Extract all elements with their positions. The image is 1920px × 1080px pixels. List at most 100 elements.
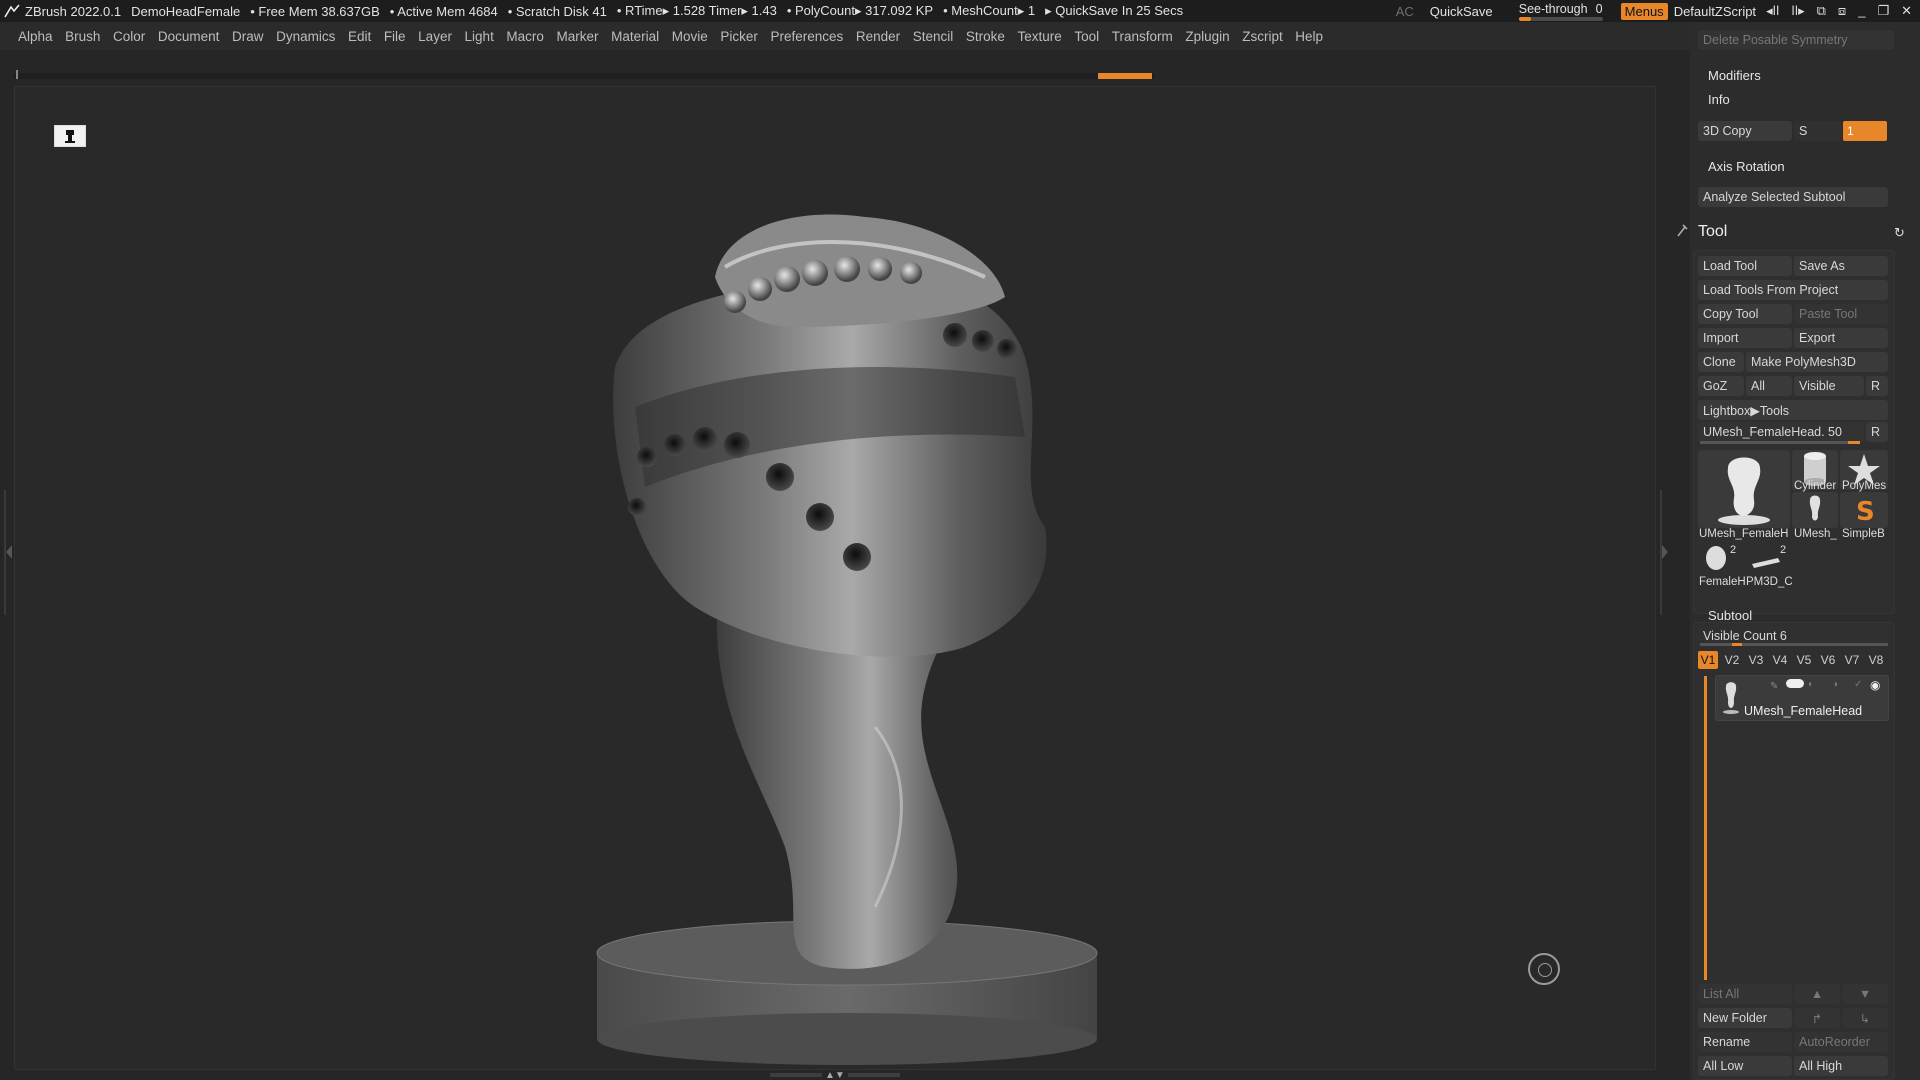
tool-thumb-pm3d[interactable]: 2 — [1746, 544, 1792, 574]
quicksave-button[interactable]: QuickSave — [1430, 4, 1493, 19]
tool-thumb-umesh-small[interactable] — [1792, 492, 1838, 528]
export-button[interactable]: Export — [1794, 328, 1888, 348]
autoreorder-button[interactable]: AutoReorder — [1794, 1032, 1888, 1052]
lightbox-tools-button[interactable]: Lightbox▶Tools — [1698, 400, 1888, 420]
current-tool-slider-knob[interactable] — [1848, 441, 1860, 444]
tool-thumb-female-head[interactable]: 2 — [1698, 544, 1742, 574]
clone-button[interactable]: Clone — [1698, 352, 1744, 372]
subtool-scrollbar[interactable] — [1704, 676, 1707, 980]
subtool-brush-icon[interactable]: ✎ — [1770, 681, 1778, 692]
info-header[interactable]: Info — [1708, 92, 1730, 107]
layout-alt-icon[interactable]: ⧈ — [1838, 3, 1846, 19]
subtool-item-umesh-femalehead[interactable]: ✎ ◐ ◑ ✓ ◉ UMesh_FemaleHead — [1715, 675, 1889, 721]
modifiers-header[interactable]: Modifiers — [1708, 68, 1761, 83]
subtool-dynamic-icon[interactable]: ◑ — [1832, 679, 1838, 690]
menu-brush[interactable]: Brush — [65, 29, 100, 44]
folder-move-icon[interactable]: ↱ — [1794, 1008, 1840, 1028]
menu-movie[interactable]: Movie — [672, 29, 708, 44]
goz-r-button[interactable]: R — [1866, 376, 1888, 396]
v1-button[interactable]: V1 — [1698, 651, 1718, 669]
shelf-active-marker[interactable] — [1098, 73, 1152, 79]
copy-tool-button[interactable]: Copy Tool — [1698, 304, 1792, 324]
menu-macro[interactable]: Macro — [506, 29, 544, 44]
v5-button[interactable]: V5 — [1794, 651, 1814, 669]
menu-light[interactable]: Light — [465, 29, 494, 44]
sculpt-model-bust[interactable] — [575, 127, 1115, 1067]
see-through-knob[interactable] — [1518, 17, 1531, 21]
menu-stroke[interactable]: Stroke — [966, 29, 1005, 44]
goz-visible-button[interactable]: Visible — [1794, 376, 1864, 396]
axis-rotation-header[interactable]: Axis Rotation — [1708, 159, 1785, 174]
v8-button[interactable]: V8 — [1866, 651, 1886, 669]
scroll-left-icon[interactable]: ◂ǀǀ — [1766, 3, 1779, 19]
3d-copy-value-field[interactable]: 1 — [1843, 121, 1887, 141]
3d-copy-button[interactable]: 3D Copy — [1698, 121, 1792, 141]
rename-button[interactable]: Rename — [1698, 1032, 1792, 1052]
menu-edit[interactable]: Edit — [348, 29, 371, 44]
folder-indent-icon[interactable]: ↳ — [1842, 1008, 1888, 1028]
all-low-button[interactable]: All Low — [1698, 1056, 1792, 1076]
menu-dynamics[interactable]: Dynamics — [276, 29, 335, 44]
menu-material[interactable]: Material — [611, 29, 659, 44]
menus-toggle-button[interactable]: Menus — [1620, 2, 1668, 20]
tool-palette-icon[interactable] — [1676, 222, 1690, 238]
perspective-icon[interactable] — [54, 125, 86, 147]
analyze-subtool-button[interactable]: Analyze Selected Subtool — [1698, 187, 1888, 207]
minimize-icon[interactable]: _ — [1858, 3, 1865, 19]
goz-button[interactable]: GoZ — [1698, 376, 1744, 396]
menu-marker[interactable]: Marker — [557, 29, 599, 44]
import-button[interactable]: Import — [1698, 328, 1792, 348]
list-all-button[interactable]: List All — [1698, 984, 1792, 1004]
move-up-icon[interactable]: ▲ — [1794, 984, 1840, 1004]
navigation-gizmo-icon[interactable] — [1528, 953, 1560, 985]
tool-palette-title[interactable]: Tool — [1698, 223, 1727, 241]
make-polymesh3d-button[interactable]: Make PolyMesh3D — [1746, 352, 1888, 372]
v7-button[interactable]: V7 — [1842, 651, 1862, 669]
v2-button[interactable]: V2 — [1722, 651, 1742, 669]
menu-picker[interactable]: Picker — [720, 29, 758, 44]
ac-label[interactable]: AC — [1396, 4, 1414, 19]
menu-file[interactable]: File — [384, 29, 406, 44]
menu-tool[interactable]: Tool — [1074, 29, 1099, 44]
menu-zscript[interactable]: Zscript — [1242, 29, 1283, 44]
document-canvas[interactable] — [14, 86, 1656, 1070]
menu-texture[interactable]: Texture — [1017, 29, 1061, 44]
restore-icon[interactable]: ❐ — [1877, 3, 1889, 19]
visible-count-knob[interactable] — [1732, 643, 1742, 646]
goz-all-button[interactable]: All — [1746, 376, 1792, 396]
menu-layer[interactable]: Layer — [418, 29, 452, 44]
move-down-icon[interactable]: ▼ — [1842, 984, 1888, 1004]
menu-color[interactable]: Color — [113, 29, 145, 44]
top-shelf-strip[interactable] — [14, 70, 1154, 79]
bottom-tray-handle[interactable]: ▲▼ — [770, 1070, 900, 1080]
scroll-right-icon[interactable]: ǀǀ▸ — [1791, 3, 1804, 19]
v4-button[interactable]: V4 — [1770, 651, 1790, 669]
menu-preferences[interactable]: Preferences — [770, 29, 843, 44]
menu-alpha[interactable]: Alpha — [18, 29, 53, 44]
load-tool-button[interactable]: Load Tool — [1698, 256, 1792, 276]
menu-help[interactable]: Help — [1295, 29, 1323, 44]
delete-posable-symmetry-button[interactable]: Delete Posable Symmetry — [1698, 30, 1894, 50]
subtool-toggle-icon[interactable] — [1786, 679, 1804, 688]
all-high-button[interactable]: All High — [1794, 1056, 1888, 1076]
subtool-header[interactable]: Subtool — [1708, 608, 1752, 623]
subtool-visibility-eye-icon[interactable]: ◉ — [1870, 678, 1880, 692]
current-tool-slider[interactable]: UMesh_FemaleHead. 50 — [1698, 422, 1864, 442]
tool-thumb-umesh-female[interactable] — [1698, 450, 1790, 528]
menu-render[interactable]: Render — [856, 29, 900, 44]
menu-transform[interactable]: Transform — [1112, 29, 1173, 44]
tool-thumb-simplebrush[interactable]: S — [1840, 492, 1888, 528]
default-script-button[interactable]: DefaultZScript — [1674, 4, 1756, 19]
save-as-button[interactable]: Save As — [1794, 256, 1888, 276]
v6-button[interactable]: V6 — [1818, 651, 1838, 669]
bottom-handle-arrow-icon[interactable]: ▲▼ — [825, 1070, 845, 1080]
menu-draw[interactable]: Draw — [232, 29, 264, 44]
menu-stencil[interactable]: Stencil — [913, 29, 954, 44]
right-tray-handle[interactable] — [1660, 490, 1668, 615]
current-tool-r-button[interactable]: R — [1866, 422, 1888, 442]
menu-document[interactable]: Document — [158, 29, 220, 44]
new-folder-button[interactable]: New Folder — [1698, 1008, 1792, 1028]
see-through-slider[interactable]: See-through 0 — [1511, 1, 1611, 21]
layout-icon[interactable]: ⧉ — [1817, 3, 1826, 19]
menu-zplugin[interactable]: Zplugin — [1185, 29, 1229, 44]
